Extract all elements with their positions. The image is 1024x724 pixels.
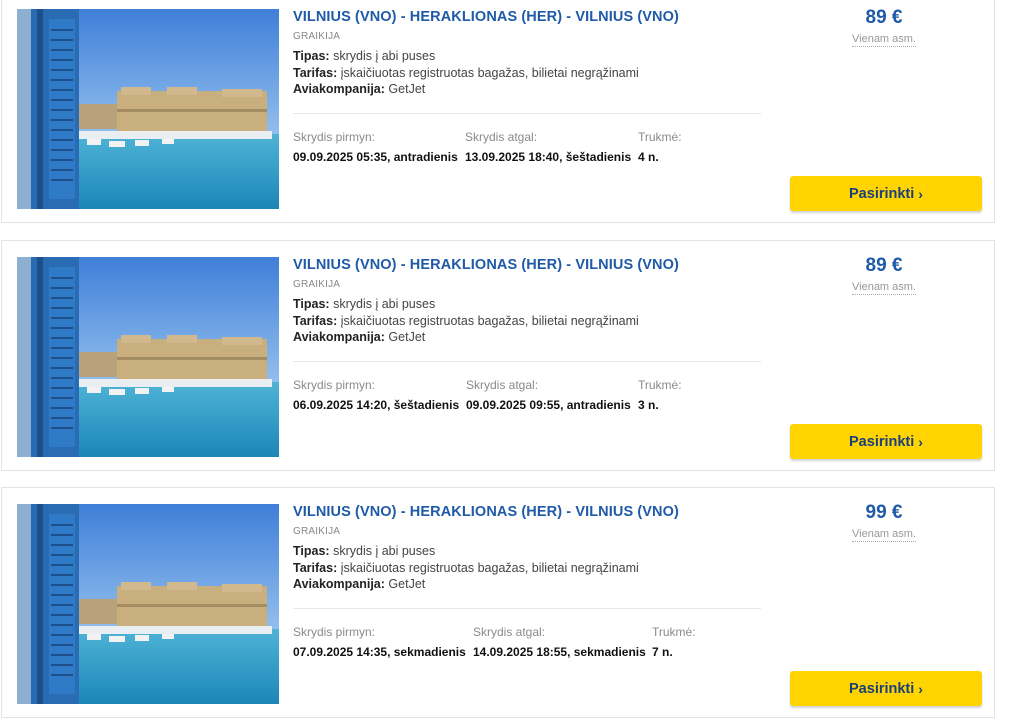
heraklion-harbor-image — [17, 504, 279, 704]
route-link[interactable]: VILNIUS (VNO) - HERAKLIONAS (HER) - VILN… — [293, 257, 763, 274]
airline: Aviakompanija: GetJet — [293, 81, 763, 98]
offer-photo[interactable] — [17, 9, 279, 209]
trip-type-label: Tipas: — [293, 49, 330, 63]
return-flight: Skrydis atgal: 13.09.2025 18:40, šeštadi… — [465, 130, 631, 164]
price-box: 89 € Vienam asm. — [774, 7, 994, 47]
price: 99 € — [865, 502, 903, 523]
fare: Tarifas: įskaičiuotas registruotas bagaž… — [293, 560, 763, 577]
offer-info: VILNIUS (VNO) - HERAKLIONAS (HER) - VILN… — [293, 257, 763, 362]
trip-type-label: Tipas: — [293, 297, 330, 311]
fare-value: įskaičiuotas registruotas bagažas, bilie… — [340, 560, 639, 575]
return-flight: Skrydis atgal: 14.09.2025 18:55, sekmadi… — [473, 625, 646, 659]
airline: Aviakompanija: GetJet — [293, 329, 763, 346]
airline-label: Aviakompanija: — [293, 82, 385, 96]
chevron-right-icon: › — [918, 433, 923, 450]
outbound-flight: Skrydis pirmyn: 07.09.2025 14:35, sekmad… — [293, 625, 466, 659]
select-button[interactable]: Pasirinkti › — [790, 424, 982, 459]
select-button-label: Pasirinkti — [849, 433, 915, 450]
price: 89 € — [865, 7, 903, 28]
offer-card: VILNIUS (VNO) - HERAKLIONAS (HER) - VILN… — [1, 0, 995, 223]
route-link[interactable]: VILNIUS (VNO) - HERAKLIONAS (HER) - VILN… — [293, 504, 763, 521]
country-label: GRAIKIJA — [293, 279, 341, 290]
flight-legs: Skrydis pirmyn: 06.09.2025 14:20, šeštad… — [293, 378, 763, 418]
offer-card: VILNIUS (VNO) - HERAKLIONAS (HER) - VILN… — [1, 487, 995, 718]
offer-info: VILNIUS (VNO) - HERAKLIONAS (HER) - VILN… — [293, 9, 763, 114]
return-label: Skrydis atgal: — [466, 378, 539, 392]
price-note[interactable]: Vienam asm. — [852, 33, 916, 47]
flight-legs: Skrydis pirmyn: 09.09.2025 05:35, antrad… — [293, 130, 763, 170]
airline-value: GetJet — [388, 330, 426, 344]
flight-legs: Skrydis pirmyn: 07.09.2025 14:35, sekmad… — [293, 625, 763, 665]
select-button[interactable]: Pasirinkti › — [790, 176, 982, 211]
airline-label: Aviakompanija: — [293, 577, 385, 591]
return-value: 09.09.2025 09:55, antradienis — [466, 398, 631, 412]
offer-photo[interactable] — [17, 257, 279, 457]
trip-type-value: skrydis į abi puses — [333, 297, 436, 311]
duration-label: Trukmė: — [652, 625, 696, 639]
fare-label: Tarifas: — [293, 313, 338, 328]
airline-value: GetJet — [388, 577, 426, 591]
duration-label: Trukmė: — [638, 378, 682, 392]
return-label: Skrydis atgal: — [465, 130, 538, 144]
fare-value: įskaičiuotas registruotas bagažas, bilie… — [340, 313, 639, 328]
trip-type: Tipas: skrydis į abi puses — [293, 296, 763, 313]
offer-photo[interactable] — [17, 504, 279, 704]
trip-type-value: skrydis į abi puses — [333, 544, 436, 558]
trip-type-label: Tipas: — [293, 544, 330, 558]
duration-value: 4 n. — [638, 150, 659, 164]
return-value: 13.09.2025 18:40, šeštadienis — [465, 150, 632, 164]
return-flight: Skrydis atgal: 09.09.2025 09:55, antradi… — [466, 378, 631, 412]
return-label: Skrydis atgal: — [473, 625, 546, 639]
select-button-label: Pasirinkti — [849, 185, 915, 202]
airline: Aviakompanija: GetJet — [293, 576, 763, 593]
airline-value: GetJet — [388, 82, 426, 96]
offer-card: VILNIUS (VNO) - HERAKLIONAS (HER) - VILN… — [1, 240, 995, 471]
price-note[interactable]: Vienam asm. — [852, 281, 916, 295]
fare-value: įskaičiuotas registruotas bagažas, bilie… — [340, 65, 639, 80]
price-box: 99 € Vienam asm. — [774, 502, 994, 542]
fare: Tarifas: įskaičiuotas registruotas bagaž… — [293, 65, 763, 82]
outbound-value: 09.09.2025 05:35, antradienis — [293, 150, 458, 164]
heraklion-harbor-image — [17, 257, 279, 457]
outbound-flight: Skrydis pirmyn: 06.09.2025 14:20, šeštad… — [293, 378, 459, 412]
fare-label: Tarifas: — [293, 65, 338, 80]
country-label: GRAIKIJA — [293, 31, 341, 42]
route-link[interactable]: VILNIUS (VNO) - HERAKLIONAS (HER) - VILN… — [293, 9, 763, 26]
outbound-value: 07.09.2025 14:35, sekmadienis — [293, 645, 466, 659]
duration-value: 3 n. — [638, 398, 659, 412]
trip-type-value: skrydis į abi puses — [333, 49, 436, 63]
duration: Trukmė: 3 n. — [638, 378, 682, 412]
heraklion-harbor-image — [17, 9, 279, 209]
outbound-label: Skrydis pirmyn: — [293, 130, 376, 144]
return-value: 14.09.2025 18:55, sekmadienis — [473, 645, 646, 659]
duration: Trukmė: 4 n. — [638, 130, 682, 164]
select-button[interactable]: Pasirinkti › — [790, 671, 982, 706]
price-note[interactable]: Vienam asm. — [852, 528, 916, 542]
duration-value: 7 n. — [652, 645, 673, 659]
airline-label: Aviakompanija: — [293, 330, 385, 344]
price-box: 89 € Vienam asm. — [774, 255, 994, 295]
chevron-right-icon: › — [918, 185, 923, 202]
divider — [293, 112, 761, 114]
price: 89 € — [865, 255, 903, 276]
select-button-label: Pasirinkti — [849, 680, 915, 697]
trip-type: Tipas: skrydis į abi puses — [293, 543, 763, 560]
divider — [293, 607, 761, 609]
trip-type: Tipas: skrydis į abi puses — [293, 48, 763, 65]
fare: Tarifas: įskaičiuotas registruotas bagaž… — [293, 313, 763, 330]
divider — [293, 360, 761, 362]
outbound-flight: Skrydis pirmyn: 09.09.2025 05:35, antrad… — [293, 130, 458, 164]
country-label: GRAIKIJA — [293, 526, 341, 537]
outbound-value: 06.09.2025 14:20, šeštadienis — [293, 398, 460, 412]
outbound-label: Skrydis pirmyn: — [293, 625, 376, 639]
offer-list: VILNIUS (VNO) - HERAKLIONAS (HER) - VILN… — [0, 0, 1024, 724]
outbound-label: Skrydis pirmyn: — [293, 378, 376, 392]
duration: Trukmė: 7 n. — [652, 625, 696, 659]
offer-info: VILNIUS (VNO) - HERAKLIONAS (HER) - VILN… — [293, 504, 763, 609]
fare-label: Tarifas: — [293, 560, 338, 575]
duration-label: Trukmė: — [638, 130, 682, 144]
chevron-right-icon: › — [918, 680, 923, 697]
